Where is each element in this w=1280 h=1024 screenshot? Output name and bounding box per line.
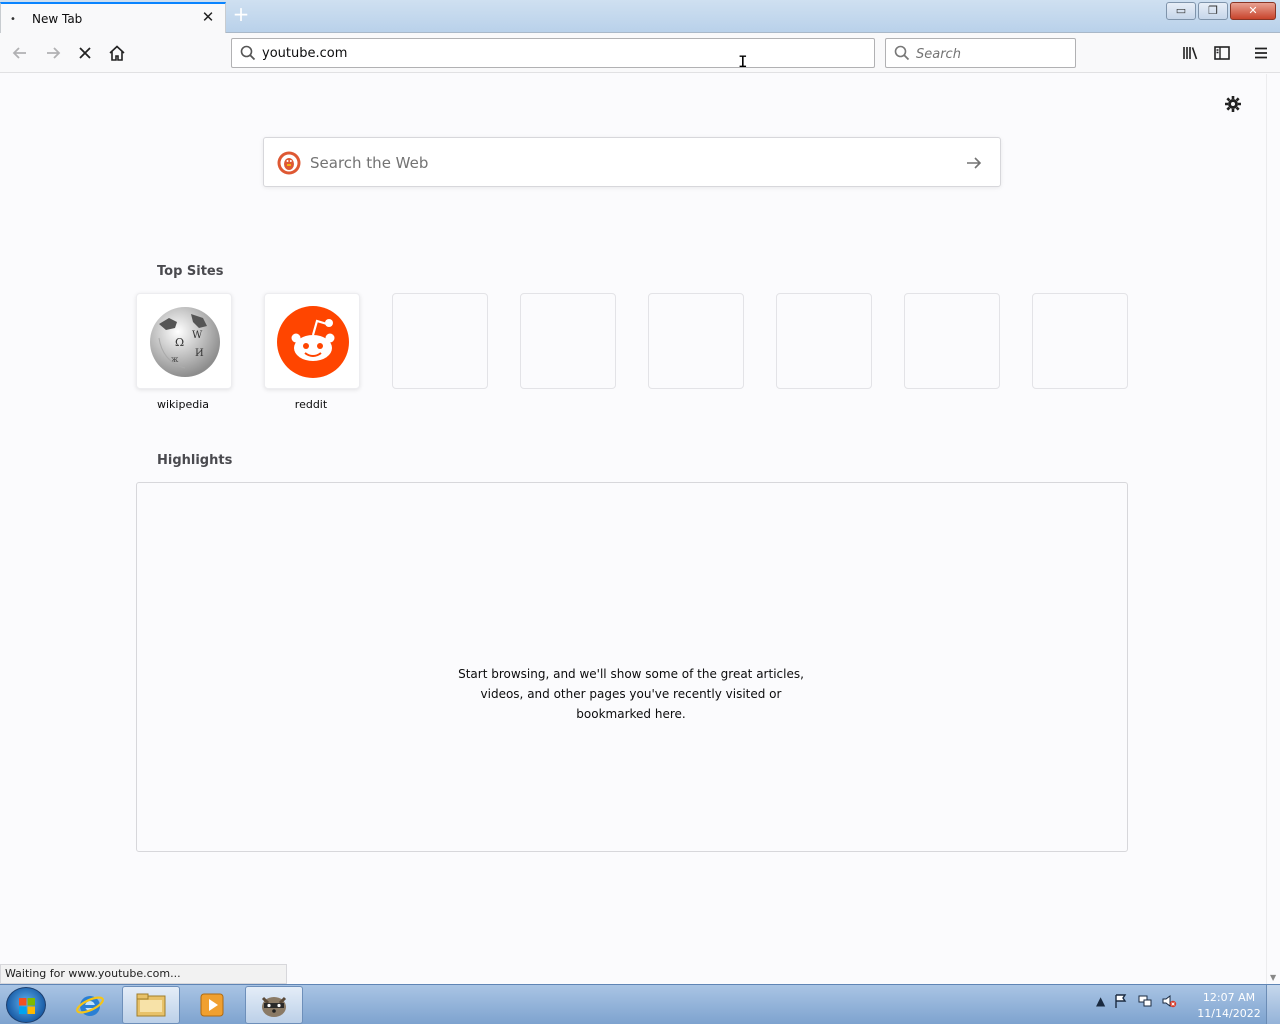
show-desktop-button[interactable] [1266,985,1280,1024]
search-icon [240,45,256,61]
web-search-submit-button[interactable] [962,151,986,175]
search-bar[interactable] [885,38,1076,68]
duckduckgo-logo-icon [277,151,301,175]
system-tray: ▲ [1096,993,1177,1009]
clock-time: 12:07 AM [1202,991,1256,1004]
forward-button[interactable] [39,39,67,67]
tray-expand-arrow-icon[interactable]: ▲ [1096,994,1105,1008]
svg-text:Ω: Ω [175,336,184,349]
menu-button[interactable] [1247,39,1275,67]
library-button[interactable] [1176,39,1204,67]
library-icon [1183,47,1198,60]
start-button[interactable] [6,987,46,1023]
stop-button[interactable] [71,39,99,67]
sidebar-icon [1214,46,1230,60]
search-icon [894,45,910,61]
vertical-scrollbar[interactable]: ▼ [1266,74,1280,984]
top-site-placeholder [904,293,1000,389]
text-cursor-icon: I [738,52,748,71]
top-site-placeholder [1032,293,1128,389]
forward-arrow-icon [47,47,61,59]
svg-text:И: И [195,348,204,359]
top-site-placeholder [648,293,744,389]
tab-new-tab[interactable]: • New Tab ✕ [0,2,226,33]
new-tab-page: Top Sites Ω W И ж wikipedia reddit [0,74,1266,964]
action-center-flag-icon[interactable] [1113,993,1129,1009]
gear-icon [1225,96,1241,112]
status-text: Waiting for www.youtube.com... [0,964,287,984]
windows-logo-icon [19,998,35,1014]
windows-taskbar: ▲ 12:07 AM 11/14/2022 [0,984,1280,1024]
navigation-toolbar [0,33,1280,73]
wikipedia-globe-icon: Ω W И ж [150,307,220,377]
close-window-button[interactable]: ✕ [1230,2,1276,20]
media-player-icon [200,993,224,1017]
internet-explorer-icon [76,996,104,1016]
tab-loading-indicator: • [10,14,16,25]
svg-text:W: W [192,330,203,341]
top-site-placeholder [520,293,616,389]
sidebar-button[interactable] [1208,39,1236,67]
search-input[interactable] [916,44,1066,64]
folder-icon [136,993,166,1017]
arrow-right-icon [967,157,982,169]
taskbar-file-explorer[interactable] [122,986,180,1024]
taskbar-clock[interactable]: 12:07 AM 11/14/2022 [1196,990,1262,1022]
home-icon [109,45,125,61]
taskbar-firefox[interactable] [245,986,303,1024]
hamburger-menu-icon [1255,47,1267,59]
back-button[interactable] [6,39,34,67]
home-button[interactable] [103,39,131,67]
top-site-tile-wikipedia[interactable]: Ω W И ж [136,293,232,389]
volume-muted-icon[interactable] [1161,993,1177,1009]
page-settings-button[interactable] [1222,93,1244,115]
reddit-logo-icon [277,306,349,378]
restore-button[interactable]: ❐ [1198,2,1228,20]
taskbar-internet-explorer[interactable] [61,986,119,1024]
tab-close-icon[interactable]: ✕ [199,8,217,26]
web-search-box[interactable] [263,137,1001,187]
tab-strip: • New Tab ✕ + ▭ ❐ ✕ [0,0,1280,33]
highlights-message: Start browsing, and we'll show some of t… [458,667,804,721]
tab-title: New Tab [32,12,83,26]
web-search-input[interactable] [310,151,950,175]
highlights-heading: Highlights [157,453,233,468]
scroll-down-arrow-icon[interactable]: ▼ [1270,973,1276,982]
network-icon[interactable] [1137,993,1153,1009]
top-sites-heading: Top Sites [157,264,224,279]
top-site-label: wikipedia [156,398,209,411]
raccoon-app-icon [261,996,287,1017]
top-site-placeholder [392,293,488,389]
stop-x-icon [79,47,91,59]
back-arrow-icon [12,47,26,59]
minimize-button[interactable]: ▭ [1166,2,1196,20]
top-site-tile-reddit[interactable] [264,293,360,389]
top-site-placeholder [776,293,872,389]
url-input[interactable] [262,43,842,63]
url-bar[interactable] [231,38,875,68]
window-controls: ▭ ❐ ✕ [1166,2,1276,20]
new-tab-button[interactable]: + [230,4,252,26]
taskbar-media-player[interactable] [183,986,241,1024]
top-site-label: reddit [294,398,328,411]
clock-date: 11/14/2022 [1197,1007,1261,1020]
